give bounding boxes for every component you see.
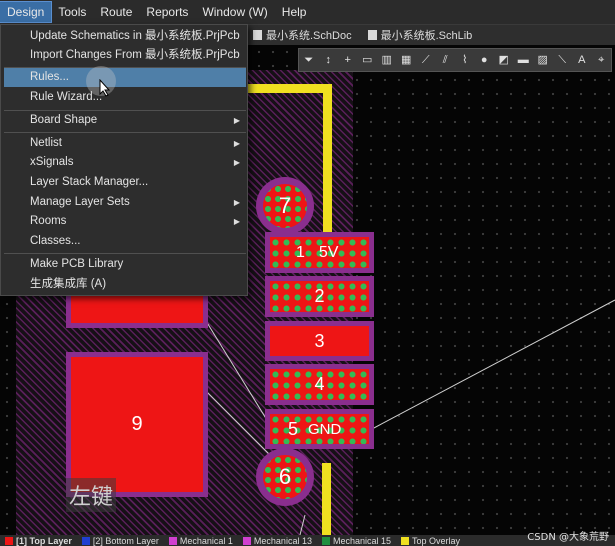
layer-color-swatch: [401, 536, 410, 545]
pad-7-label: 7: [278, 193, 292, 218]
menu-bar: Design Tools Route Reports Window (W) He…: [0, 0, 615, 25]
pad-7[interactable]: 7: [256, 177, 314, 235]
menu-separator: [4, 132, 246, 133]
fill-icon[interactable]: ▬: [516, 53, 530, 67]
pad-1[interactable]: 1 5V: [265, 232, 374, 273]
menu-manage-layer-sets-label: Manage Layer Sets: [30, 196, 130, 208]
watermark: CSDN @大象荒野: [527, 532, 609, 543]
left-click-hint: 左键: [66, 478, 117, 512]
menu-xsignals-label: xSignals: [30, 156, 74, 168]
layer-tabs-bar: [1] Top Layer [2] Bottom Layer Mechanica…: [0, 535, 615, 546]
polygon-icon[interactable]: ◩: [497, 53, 511, 67]
submenu-arrow-icon: ▶: [233, 116, 240, 125]
pad-9[interactable]: 9: [66, 352, 208, 497]
component-icon[interactable]: ▦: [399, 53, 413, 67]
pad-6[interactable]: 6: [256, 448, 314, 506]
align-icon[interactable]: ▥: [380, 53, 394, 67]
menu-rooms-label: Rooms: [30, 215, 67, 227]
layer-name: Mechanical 1: [179, 535, 233, 546]
menu-update-schematics[interactable]: Update Schematics in 最小系统板.PrjPcb: [4, 27, 246, 46]
layer-name: Top Overlay: [412, 535, 461, 546]
layer-tab-mechanical-13[interactable]: Mechanical 13: [238, 536, 317, 546]
menu-design[interactable]: Design: [0, 1, 53, 23]
select-area-icon[interactable]: ▭: [360, 53, 374, 67]
menu-tools[interactable]: Tools: [51, 2, 93, 22]
menu-netlist-label: Netlist: [30, 137, 62, 149]
mouse-cursor-icon: [99, 79, 111, 97]
pad-4-label: 4: [314, 374, 325, 394]
active-bar-toolbar: ⏷ ↕ + ▭ ▥ ▦ ⟋ ⫽ ⌇ ● ◩ ▬ ▨ ⟍ A ⌖: [298, 48, 612, 72]
menu-xsignals[interactable]: xSignals ▶: [4, 153, 246, 172]
keepout-icon[interactable]: ▨: [536, 53, 550, 67]
line-icon[interactable]: ⟍: [555, 53, 569, 67]
via-icon[interactable]: ●: [477, 53, 491, 67]
layer-name: Mechanical 13: [253, 535, 312, 546]
layer-color-swatch: [5, 536, 13, 545]
pad-2[interactable]: 2: [265, 276, 374, 317]
select-icon[interactable]: ↕: [321, 53, 335, 67]
pad-9-label: 9: [131, 413, 143, 435]
menu-rules[interactable]: Rules...: [4, 68, 246, 87]
diff-pair-icon[interactable]: ⫽: [438, 53, 452, 67]
layer-color-swatch: [81, 536, 90, 545]
dimension-icon[interactable]: ⌖: [594, 53, 608, 67]
layer-tab-mechanical-1[interactable]: Mechanical 1: [164, 536, 238, 546]
pad-1-net: 5V: [318, 243, 339, 261]
menu-help[interactable]: Help: [275, 2, 314, 22]
layer-name: [2] Bottom Layer: [92, 535, 159, 546]
layer-tab-top-layer[interactable]: [1] Top Layer: [0, 536, 77, 546]
submenu-arrow-icon: ▶: [233, 198, 240, 207]
menu-rule-wizard[interactable]: Rule Wizard...: [4, 88, 246, 107]
layer-tab-bottom-layer[interactable]: [2] Bottom Layer: [77, 536, 164, 546]
menu-board-shape-label: Board Shape: [30, 114, 98, 126]
layer-color-swatch: [242, 536, 251, 545]
pad-5-label: 5: [288, 418, 299, 439]
tab-schdoc[interactable]: 最小系统.SchDoc: [245, 25, 360, 45]
document-tabs: 最小系统.SchDoc 最小系统板.SchLib: [245, 25, 615, 45]
layer-name: Mechanical 15: [332, 535, 392, 546]
layer-color-swatch: [321, 536, 330, 545]
menu-manage-layer-sets[interactable]: Manage Layer Sets ▶: [4, 193, 246, 212]
pad-2-label: 2: [314, 286, 325, 306]
menu-import-changes[interactable]: Import Changes From 最小系统板.PrjPcb: [4, 46, 246, 65]
schematic-doc-icon: [253, 30, 262, 40]
design-menu-dropdown: Update Schematics in 最小系统板.PrjPcb Import…: [0, 24, 248, 296]
layer-tab-top-overlay[interactable]: Top Overlay: [396, 536, 465, 546]
route-icon[interactable]: ⟋: [419, 53, 433, 67]
menu-netlist[interactable]: Netlist ▶: [4, 134, 246, 153]
submenu-arrow-icon: ▶: [233, 139, 240, 148]
pad-4[interactable]: 4: [265, 364, 374, 405]
layer-name: [1] Top Layer: [16, 535, 72, 546]
menu-window[interactable]: Window (W): [195, 2, 274, 22]
move-icon[interactable]: +: [341, 53, 355, 67]
menu-layer-stack-manager[interactable]: Layer Stack Manager...: [4, 173, 246, 192]
submenu-arrow-icon: ▶: [233, 217, 240, 226]
menu-make-pcb-library[interactable]: Make PCB Library: [4, 255, 246, 274]
tab-schlib-label: 最小系统板.SchLib: [380, 30, 473, 42]
menu-route[interactable]: Route: [93, 2, 139, 22]
menu-generate-integrated-library[interactable]: 生成集成库 (A): [4, 275, 246, 294]
layer-color-swatch: [168, 536, 177, 545]
pad-5-net: GND: [308, 420, 342, 438]
pad-3[interactable]: 3: [265, 321, 374, 361]
tab-schlib[interactable]: 最小系统板.SchLib: [360, 25, 481, 45]
menu-classes[interactable]: Classes...: [4, 232, 246, 251]
library-doc-icon: [367, 30, 377, 40]
pad-1-label: 1: [296, 243, 305, 261]
menu-board-shape[interactable]: Board Shape ▶: [4, 111, 246, 130]
pad-5[interactable]: 5 GND: [265, 409, 374, 449]
menu-separator: [4, 253, 246, 254]
menu-reports[interactable]: Reports: [139, 2, 195, 22]
filter-icon[interactable]: ⏷: [302, 53, 316, 67]
tune-icon[interactable]: ⌇: [458, 53, 472, 67]
submenu-arrow-icon: ▶: [233, 158, 240, 167]
menu-rooms[interactable]: Rooms ▶: [4, 212, 246, 231]
pad-3-label: 3: [314, 330, 325, 351]
pad-6-label: 6: [278, 464, 292, 489]
text-icon[interactable]: A: [575, 53, 589, 67]
layer-tab-mechanical-15[interactable]: Mechanical 15: [317, 536, 396, 546]
tab-schdoc-label: 最小系统.SchDoc: [266, 30, 352, 42]
